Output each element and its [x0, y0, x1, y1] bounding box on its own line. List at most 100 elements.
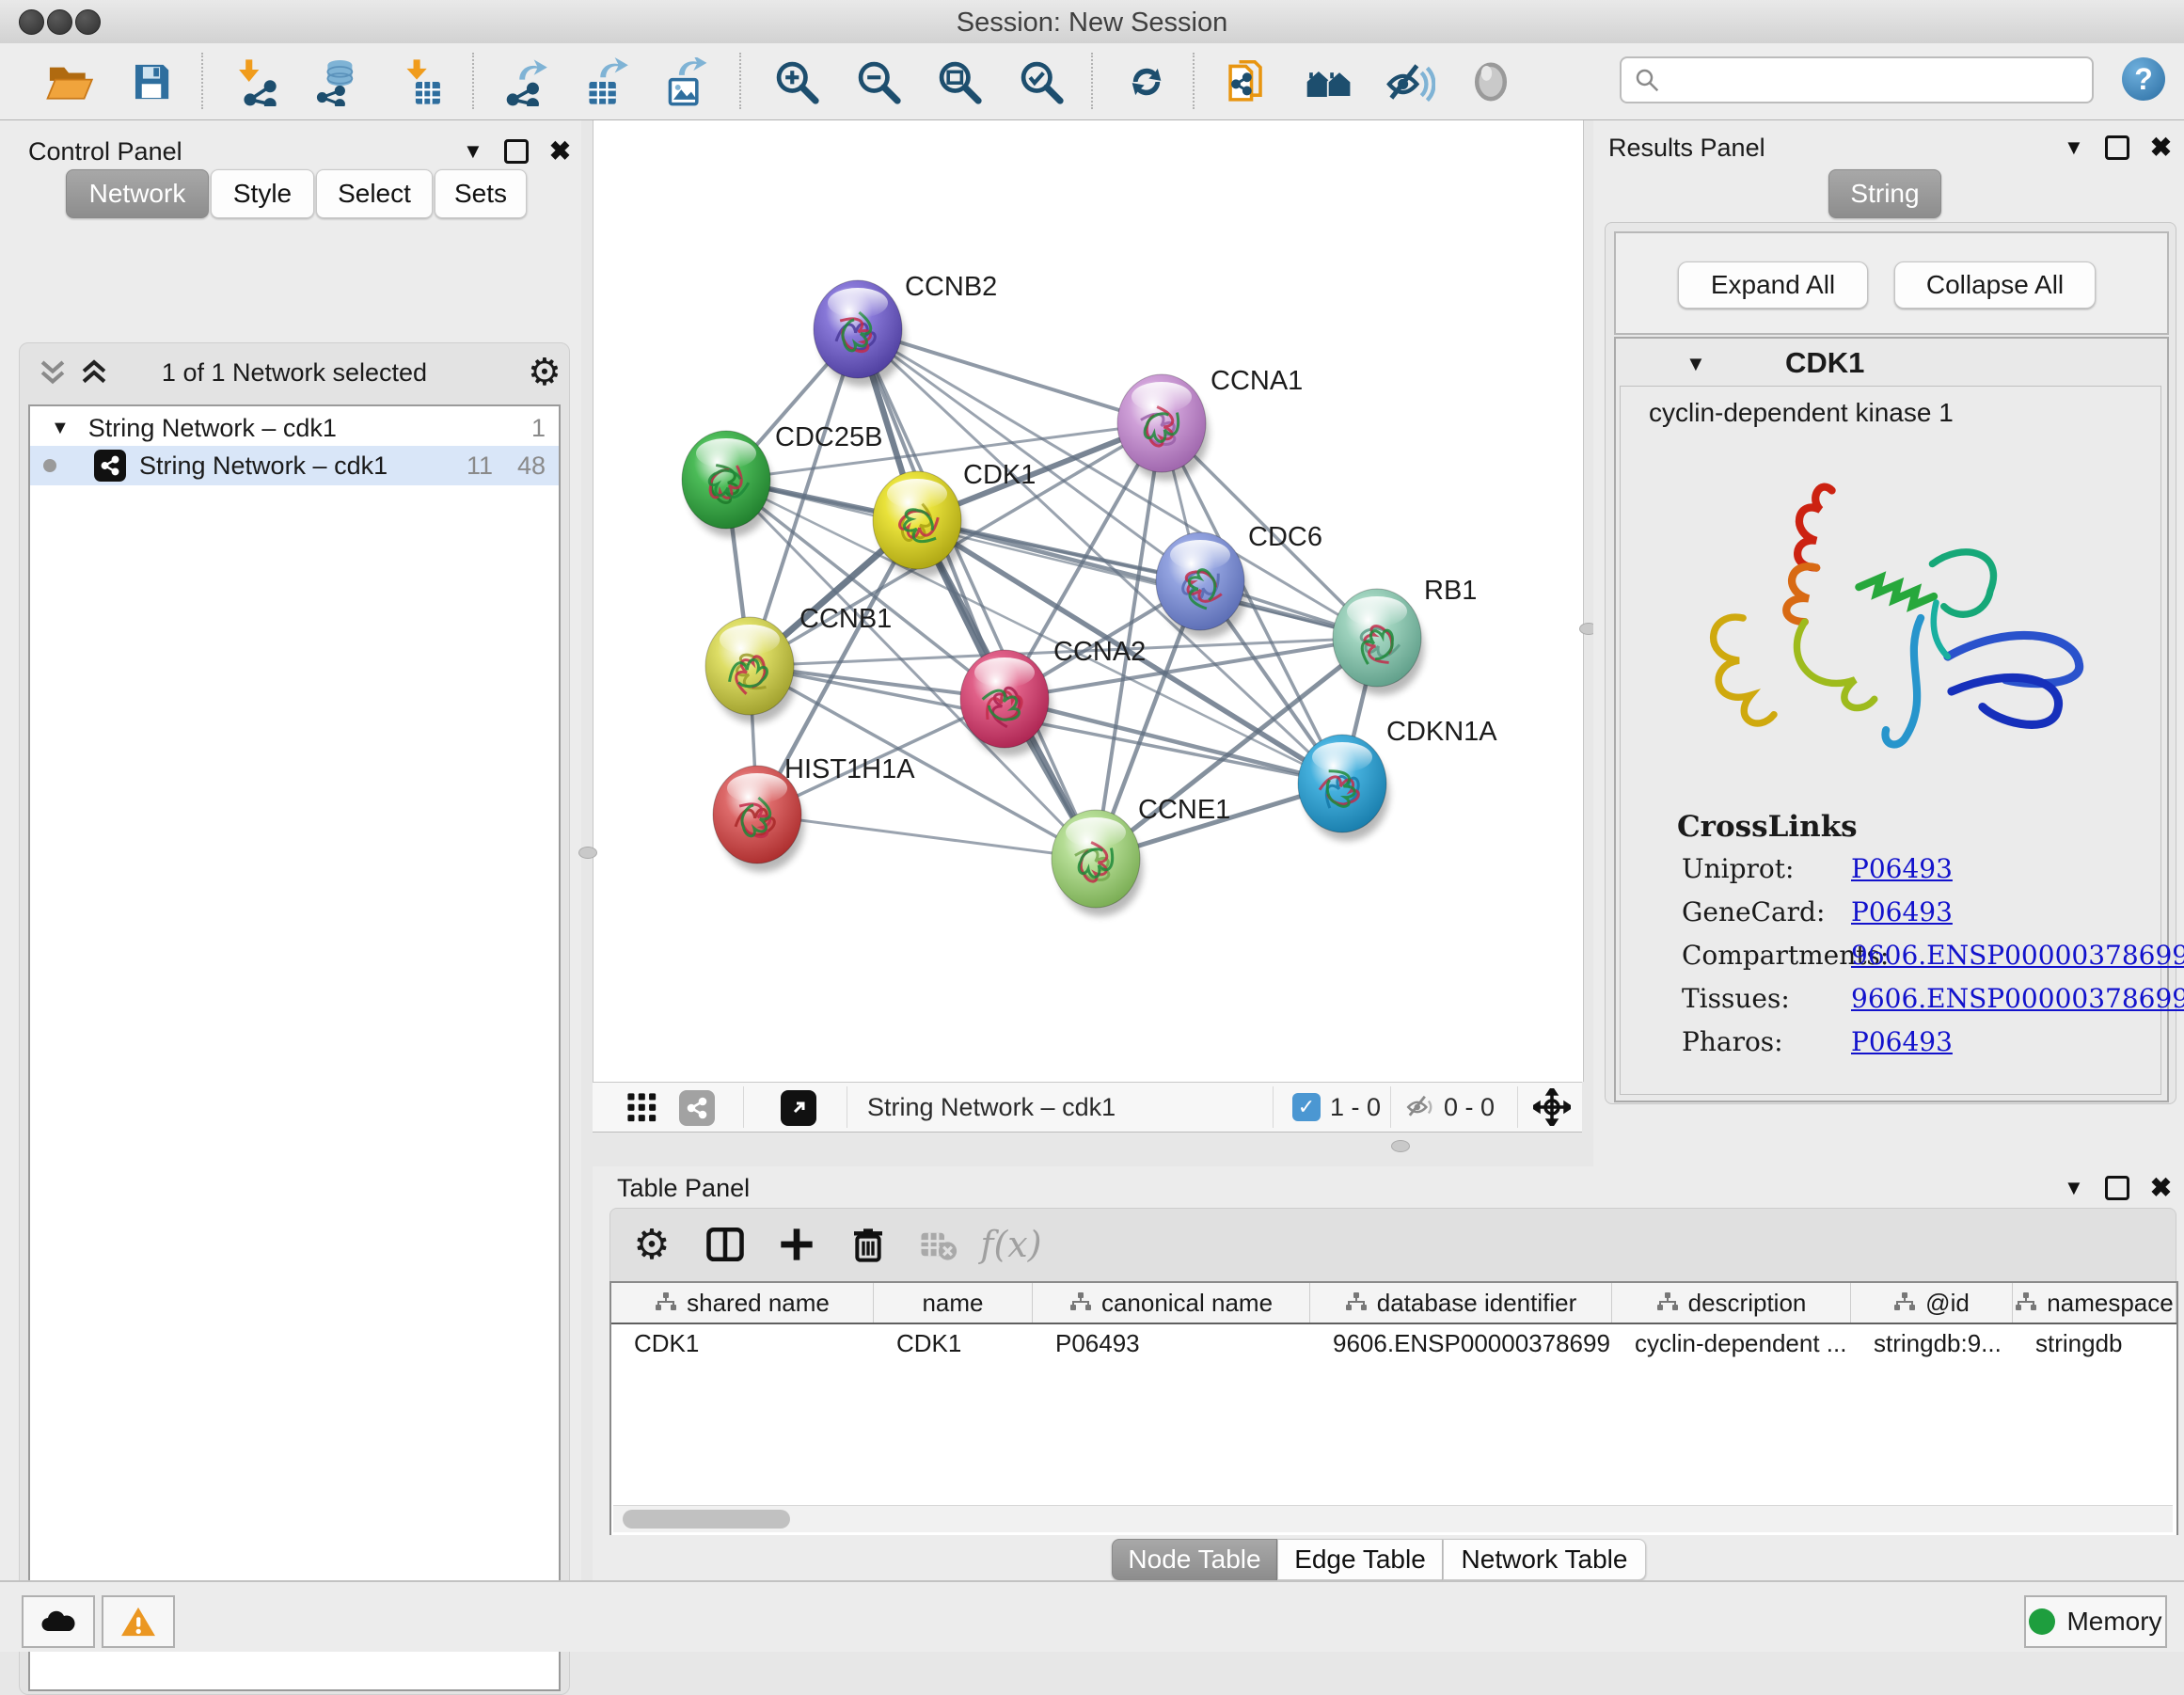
grid-view-icon[interactable] — [626, 1092, 658, 1124]
cloud-button[interactable] — [22, 1595, 95, 1648]
table-panel-close-icon[interactable]: ✖ — [2150, 1172, 2172, 1203]
hide-panel-eye-icon[interactable] — [1383, 55, 1437, 109]
import-network-from-database-icon[interactable] — [310, 55, 365, 109]
table-cell[interactable]: CDK1 — [874, 1324, 1033, 1362]
table-panel-float-icon[interactable] — [2105, 1176, 2129, 1200]
table-panel-menu-icon[interactable]: ▼ — [2064, 1176, 2084, 1200]
network-node-RB1[interactable] — [1333, 589, 1424, 695]
zoom-selected-icon[interactable] — [1014, 55, 1068, 109]
column-header-shared-name[interactable]: shared name — [611, 1283, 874, 1323]
results-panel-close-icon[interactable]: ✖ — [2150, 132, 2172, 163]
network-options-gear-icon[interactable]: ⚙ — [528, 351, 562, 394]
warnings-button[interactable] — [102, 1595, 175, 1648]
network-node-CCNB2[interactable] — [814, 280, 905, 387]
network-edge-HIST1H1A-CCNE1[interactable] — [757, 815, 1096, 859]
control-panel-close-icon[interactable]: ✖ — [549, 135, 571, 166]
show-columns-icon[interactable] — [697, 1216, 753, 1273]
column-header-canonical-name[interactable]: canonical name — [1033, 1283, 1310, 1323]
share-file-icon[interactable] — [1221, 55, 1275, 109]
results-buttons-bar: Expand All Collapse All — [1614, 231, 2169, 335]
column-header-name[interactable]: name — [874, 1283, 1033, 1323]
tab-string[interactable]: String — [1828, 169, 1941, 218]
column-header-description[interactable]: description — [1612, 1283, 1851, 1323]
search-field[interactable] — [1620, 56, 2094, 103]
home-networks-icon[interactable] — [1302, 55, 1356, 109]
crosslink-link[interactable]: P06493 — [1851, 1026, 1953, 1057]
network-node-CCNA2[interactable] — [960, 650, 1052, 756]
selected-items-checkbox-icon[interactable]: ✓ — [1292, 1093, 1321, 1121]
import-network-icon[interactable] — [229, 55, 284, 109]
table-cell[interactable]: CDK1 — [611, 1324, 874, 1362]
tab-network[interactable]: Network — [66, 169, 209, 218]
control-panel-float-icon[interactable] — [504, 139, 529, 164]
open-session-icon[interactable] — [41, 55, 96, 109]
vertical-splitter-handle[interactable] — [578, 847, 597, 859]
add-column-icon[interactable] — [768, 1216, 825, 1273]
tab-edge-table[interactable]: Edge Table — [1277, 1539, 1443, 1580]
network-node-CDK1[interactable] — [873, 471, 964, 578]
save-session-icon[interactable] — [124, 55, 179, 109]
network-node-CCNA1[interactable] — [1117, 374, 1209, 481]
network-node-CCNE1[interactable] — [1052, 810, 1143, 916]
table-cell[interactable]: stringdb — [2013, 1324, 2176, 1362]
hidden-items-count: 0 - 0 — [1444, 1093, 1495, 1122]
delete-column-icon[interactable] — [840, 1216, 896, 1273]
tab-style[interactable]: Style — [211, 169, 314, 218]
zoom-fit-icon[interactable] — [932, 55, 987, 109]
scrollbar-thumb[interactable] — [623, 1510, 790, 1529]
section-collapse-icon[interactable]: ▼ — [1685, 352, 1706, 376]
crosslink-link[interactable]: 9606.ENSP00000378699 — [1851, 983, 2184, 1014]
tree-expand-icon[interactable]: ▼ — [51, 418, 70, 439]
tab-node-table[interactable]: Node Table — [1112, 1539, 1277, 1580]
crosslink-link[interactable]: P06493 — [1851, 896, 1953, 927]
crosslink-link[interactable]: P06493 — [1851, 853, 1953, 884]
table-cell[interactable]: P06493 — [1033, 1324, 1310, 1362]
crosslinks-list: Uniprot:P06493GeneCard:P06493Compartment… — [1621, 853, 2160, 1088]
network-node-count: 11 — [467, 451, 493, 481]
table-row[interactable]: CDK1CDK1P064939606.ENSP00000378699cyclin… — [611, 1324, 2176, 1362]
export-image-icon[interactable] — [658, 55, 713, 109]
network-node-CDC25B[interactable] — [682, 431, 773, 537]
network-node-CDKN1A[interactable] — [1298, 735, 1389, 841]
network-status-dot — [43, 459, 56, 472]
tab-network-table[interactable]: Network Table — [1443, 1539, 1646, 1580]
toolbar-separator — [1193, 53, 1195, 109]
node-label-HIST1H1A: HIST1H1A — [784, 754, 915, 784]
expand-all-button[interactable]: Expand All — [1678, 261, 1868, 309]
table-cell[interactable]: 9606.ENSP00000378699 — [1310, 1324, 1612, 1362]
export-table-icon[interactable] — [578, 55, 632, 109]
node-table[interactable]: shared namenamecanonical namedatabase id… — [609, 1281, 2178, 1535]
refresh-icon[interactable] — [1119, 55, 1174, 109]
network-view-toolbar: String Network – cdk1 ✓ 1 - 0 0 - 0 — [593, 1082, 1582, 1133]
zoom-in-icon[interactable] — [769, 55, 824, 109]
horizontal-splitter-handle[interactable] — [1391, 1140, 1410, 1152]
crosslink-link[interactable]: 9606.ENSP00000378699 — [1851, 940, 2184, 971]
control-panel-menu-icon[interactable]: ▼ — [463, 139, 483, 164]
detach-view-icon[interactable] — [781, 1090, 816, 1126]
birdseye-crosshair-icon[interactable] — [1533, 1088, 1571, 1126]
column-header-database-identifier[interactable]: database identifier — [1310, 1283, 1612, 1323]
table-cell[interactable]: stringdb:9... — [1851, 1324, 2013, 1362]
help-button[interactable]: ? — [2122, 57, 2165, 101]
table-cell[interactable]: cyclin-dependent ... — [1612, 1324, 1851, 1362]
export-network-icon[interactable] — [497, 55, 551, 109]
show-eye-icon-disabled[interactable] — [1464, 55, 1518, 109]
collapse-all-button[interactable]: Collapse All — [1894, 261, 2096, 309]
search-input[interactable] — [1661, 61, 2092, 99]
column-header-namespace[interactable]: namespace — [2013, 1283, 2176, 1323]
tab-sets[interactable]: Sets — [435, 169, 527, 218]
table-options-gear-icon[interactable]: ⚙ — [624, 1216, 680, 1273]
tab-select[interactable]: Select — [316, 169, 433, 218]
memory-button[interactable]: Memory — [2024, 1595, 2167, 1648]
results-panel-float-icon[interactable] — [2105, 135, 2129, 160]
network-collection-row[interactable]: ▼ String Network – cdk1 1 — [30, 408, 559, 448]
zoom-out-icon[interactable] — [851, 55, 906, 109]
table-horizontal-scrollbar[interactable] — [613, 1505, 2173, 1532]
import-table-icon[interactable] — [395, 55, 450, 109]
collection-count: 1 — [531, 414, 546, 443]
results-panel-menu-icon[interactable]: ▼ — [2064, 135, 2084, 160]
node-label-CDC6: CDC6 — [1248, 522, 1322, 552]
delete-table-icon-disabled — [910, 1216, 966, 1273]
column-header--id[interactable]: @id — [1851, 1283, 2013, 1323]
network-row-selected[interactable]: String Network – cdk1 11 48 — [30, 446, 559, 485]
